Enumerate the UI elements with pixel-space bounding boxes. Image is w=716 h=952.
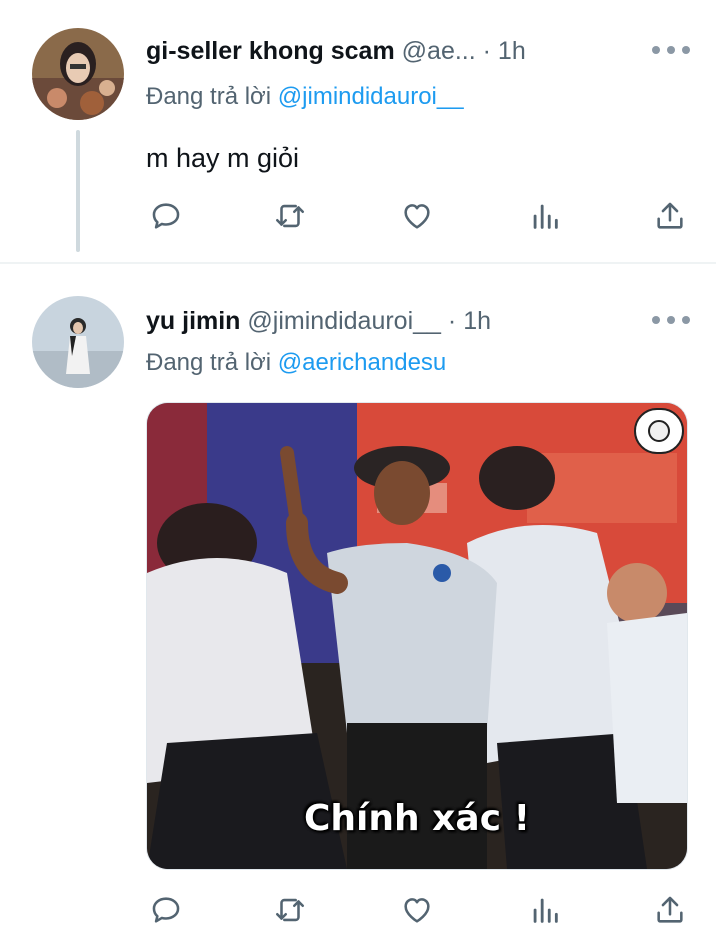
handle[interactable]: @ae... <box>402 37 476 65</box>
share-icon[interactable] <box>650 196 690 236</box>
analytics-icon[interactable] <box>525 196 565 236</box>
share-icon[interactable] <box>650 890 690 930</box>
replying-to-label: Đang trả lời <box>146 83 272 110</box>
mention-link[interactable]: @jimindidauroi__ <box>278 83 464 110</box>
retweet-icon[interactable] <box>270 890 310 930</box>
like-icon[interactable] <box>397 890 437 930</box>
reply-icon[interactable] <box>146 196 186 236</box>
tweet-actions <box>146 196 690 236</box>
display-name[interactable]: yu jimin <box>146 307 240 335</box>
replying-to-label: Đang trả lời <box>146 349 272 376</box>
tweet-actions <box>146 890 690 930</box>
separator: · <box>447 307 457 335</box>
timestamp[interactable]: 1h <box>498 37 526 65</box>
retweet-icon[interactable] <box>270 196 310 236</box>
timestamp[interactable]: 1h <box>463 307 491 335</box>
more-options-icon[interactable] <box>652 45 690 55</box>
media-caption: Chính xác ! <box>304 798 530 839</box>
thread-connector-line <box>76 130 80 252</box>
avatar[interactable] <box>32 296 124 388</box>
like-icon[interactable] <box>397 196 437 236</box>
tweet-header: gi-seller khong scam @ae... · 1h <box>146 36 646 66</box>
tweet-header: yu jimin @jimindidauroi__ · 1h <box>146 306 646 336</box>
separator: · <box>482 37 491 65</box>
tweet-1[interactable]: gi-seller khong scam @ae... · 1h Đang tr… <box>0 0 716 262</box>
replying-to: Đang trả lời @jimindidauroi__ <box>146 82 464 112</box>
replying-to: Đang trả lời @aerichandesu <box>146 348 446 378</box>
display-name[interactable]: gi-seller khong scam <box>146 37 395 65</box>
avatar[interactable] <box>32 28 124 120</box>
tweet-2[interactable]: yu jimin @jimindidauroi__ · 1h Đang trả … <box>0 264 716 952</box>
reply-icon[interactable] <box>146 890 186 930</box>
tweet-text: m hay m giỏi <box>146 143 300 173</box>
mention-link[interactable]: @aerichandesu <box>278 349 446 376</box>
tweet-media-image[interactable]: Chính xác ! <box>146 402 688 870</box>
more-options-icon[interactable] <box>652 315 690 325</box>
handle[interactable]: @jimindidauroi__ <box>247 307 441 335</box>
analytics-icon[interactable] <box>525 890 565 930</box>
